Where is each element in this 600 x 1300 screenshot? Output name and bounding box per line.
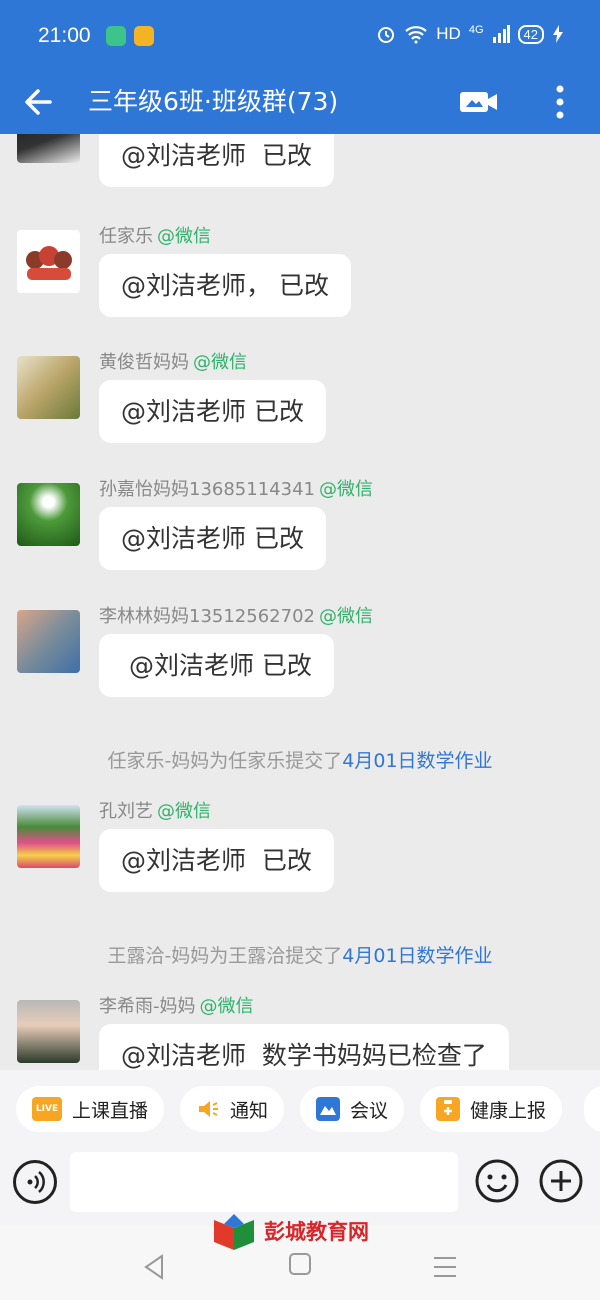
more-quick-actions-button[interactable] [584, 1086, 600, 1132]
message-bubble[interactable]: @刘洁老师 已改 [99, 380, 326, 443]
wechat-source-label: @微信 [318, 606, 373, 627]
battery-indicator: 42 [517, 24, 544, 44]
wechat-source-label: @微信 [199, 996, 254, 1017]
avatar[interactable] [17, 134, 80, 163]
watermark: 彭城教育网 [210, 1210, 400, 1254]
message-bubble[interactable]: @刘洁老师， 已改 [99, 254, 351, 317]
video-call-icon[interactable] [458, 84, 500, 120]
group-title: 三年级6班·班级群(73) [88, 87, 339, 116]
sender-name: 孔刘艺 @微信 [99, 801, 211, 822]
network-label: HD [436, 24, 461, 43]
homework-submission-notice: 任家乐-妈妈为任家乐提交了4月01日数学作业 [107, 750, 493, 772]
message-bubble[interactable]: @刘洁老师 已改 [99, 134, 334, 187]
charging-icon [553, 25, 563, 43]
sender-name: 任家乐 @微信 [99, 226, 211, 247]
sender-name: 李希雨-妈妈 @微信 [99, 996, 254, 1017]
weibo-notification-icon [134, 26, 154, 46]
voice-icon [27, 1171, 45, 1193]
status-indicators: HD 4G 42 [376, 24, 564, 44]
signal-icon [492, 25, 510, 43]
more-options-icon[interactable] [540, 80, 580, 124]
nav-home-icon[interactable] [288, 1252, 312, 1276]
back-arrow-icon[interactable] [20, 82, 60, 122]
watermark-logo-icon [214, 1214, 254, 1250]
wechat-source-label: @微信 [157, 226, 211, 247]
meeting-icon [316, 1097, 340, 1121]
alarm-icon [378, 27, 395, 43]
nav-menu-icon[interactable] [430, 1252, 460, 1282]
health-report-button[interactable]: 健康上报 [420, 1086, 563, 1132]
homework-link[interactable]: 4月01日数学作业 [342, 750, 492, 772]
nav-back-icon[interactable] [140, 1252, 170, 1282]
health-report-icon [436, 1097, 460, 1121]
message-bubble[interactable]: @刘洁老师 已改 [99, 829, 334, 892]
sender-name: 黄俊哲妈妈 @微信 [99, 352, 247, 373]
status-time: 21:00 [38, 24, 91, 47]
message-text-input[interactable] [70, 1152, 458, 1212]
message-bubble[interactable]: @刘洁老师 已改 [99, 634, 334, 697]
avatar[interactable] [17, 483, 80, 546]
notice-button[interactable]: 通知 [180, 1086, 285, 1132]
add-attachment-icon[interactable] [538, 1158, 584, 1204]
avatar[interactable] [17, 356, 80, 419]
voice-input-button[interactable] [13, 1160, 57, 1204]
message-bubble[interactable]: @刘洁老师 数学书妈妈已检查了 [99, 1024, 509, 1070]
chat-message-list[interactable]: @刘洁老师 已改 任家乐 @微信 @刘洁老师， 已改 黄俊哲妈妈 @微信 @刘洁老师… [0, 134, 600, 1070]
sender-name: 孙嘉怡妈妈13685114341 @微信 [99, 479, 373, 500]
wechat-source-label: @微信 [193, 352, 247, 373]
live-class-button[interactable]: LIVE 上课直播 [16, 1086, 165, 1132]
chat-header: 三年级6班·班级群(73) [0, 70, 600, 134]
watermark-text: 彭城教育网 [264, 1220, 369, 1244]
wechat-source-label: @微信 [157, 801, 211, 822]
wifi-icon [405, 26, 428, 44]
homework-submission-notice: 王露洽-妈妈为王露洽提交了4月01日数学作业 [107, 945, 493, 967]
wechat-source-label: @微信 [318, 479, 373, 500]
avatar[interactable] [17, 1000, 80, 1063]
system-nav-bar: 彭城教育网 [0, 1214, 600, 1300]
emoji-icon[interactable] [474, 1158, 520, 1204]
status-bar: 21:00 HD 4G 42 [0, 0, 600, 70]
meeting-button[interactable]: 会议 [300, 1086, 405, 1132]
avatar[interactable] [17, 805, 80, 868]
speaker-icon [196, 1097, 220, 1121]
avatar[interactable] [17, 610, 80, 673]
avatar[interactable] [17, 230, 80, 293]
notification-app-icon [106, 26, 126, 46]
sender-name: 李林林妈妈13512562702 @微信 [99, 606, 373, 627]
homework-link[interactable]: 4月01日数学作业 [342, 945, 492, 967]
network-type: 4G [468, 24, 484, 36]
message-bubble[interactable]: @刘洁老师 已改 [99, 507, 326, 570]
live-icon: LIVE [32, 1097, 62, 1121]
